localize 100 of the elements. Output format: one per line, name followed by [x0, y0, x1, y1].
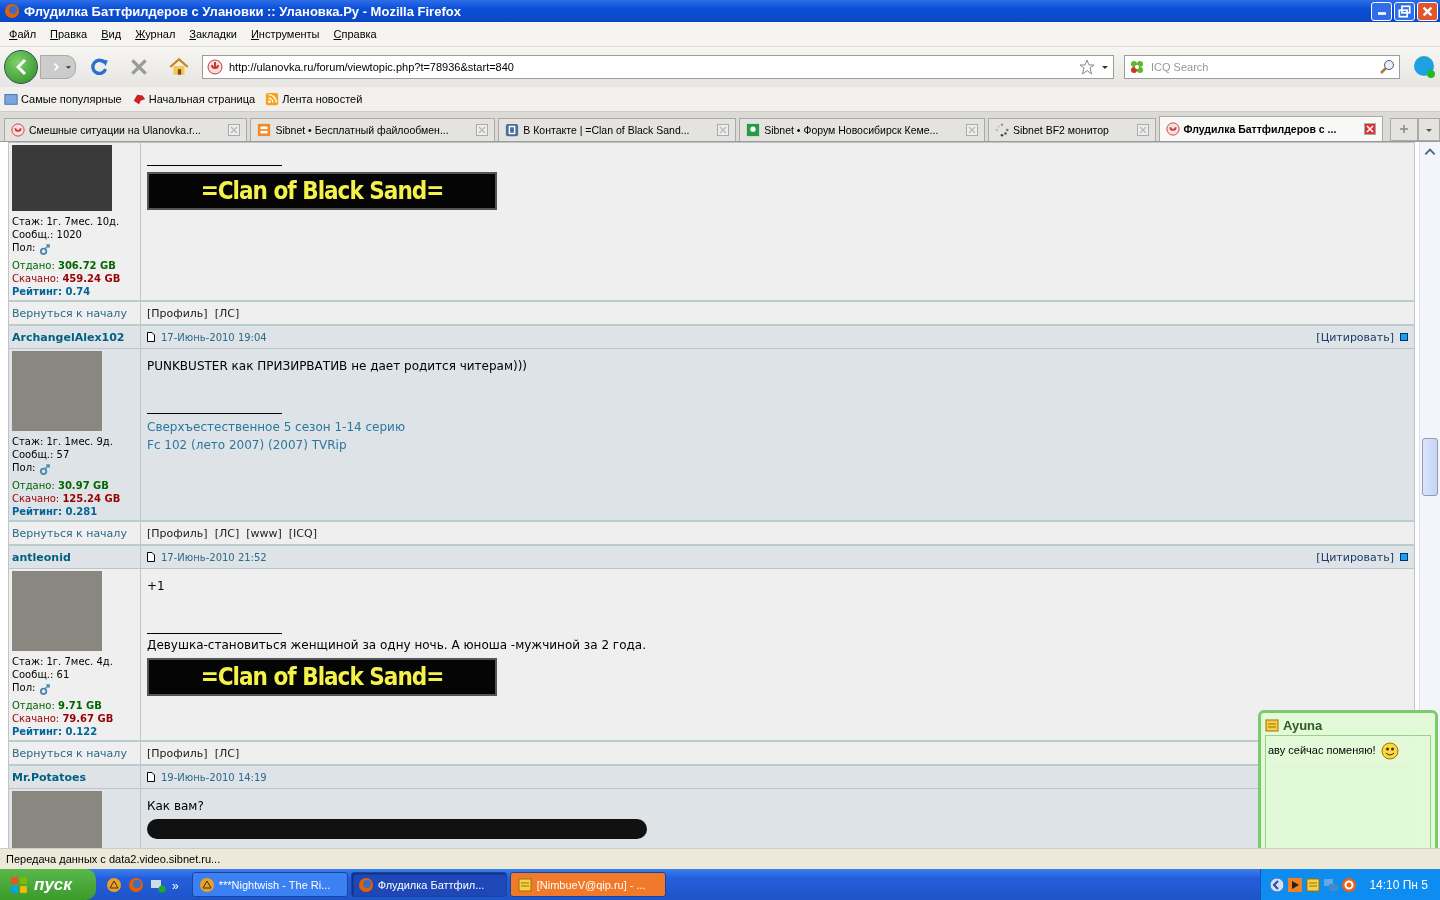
bookmark-item[interactable]: Лента новостей	[265, 92, 363, 106]
notepad-icon	[516, 876, 533, 893]
bookmark-item[interactable]: Самые популярные	[4, 92, 122, 106]
minimize-icon	[1377, 11, 1386, 15]
menu-item[interactable]: Вид	[94, 28, 129, 40]
smiley-icon	[1379, 740, 1400, 760]
menu-item[interactable]: Справка	[326, 28, 384, 40]
post-icon	[147, 772, 155, 782]
chat-logo-icon[interactable]	[1412, 55, 1436, 79]
profile-link[interactable]: [ЛС]	[214, 746, 240, 760]
browser-tab[interactable]: В Контакте | =Clan of Black Sand...	[498, 118, 737, 141]
close-icon[interactable]	[1363, 123, 1376, 135]
dropdown-icon[interactable]	[1101, 63, 1109, 71]
plus-icon	[1398, 124, 1409, 134]
signature-link[interactable]: Fc 102 (лето 2007) (2007) TVRip	[147, 436, 1408, 454]
play-icon[interactable]	[1287, 876, 1304, 893]
flag-icon	[10, 875, 28, 894]
home-icon[interactable]	[168, 56, 190, 78]
male-icon	[38, 464, 50, 475]
profile-link[interactable]: [www]	[246, 526, 282, 540]
close-icon[interactable]	[476, 124, 489, 136]
site-icon	[1165, 122, 1180, 136]
user-stat: Пол:	[12, 462, 36, 473]
arrow-right-icon	[51, 61, 62, 73]
post-date: 17-Июнь-2010 19:04	[161, 331, 267, 343]
browser-tab[interactable]: Смешные ситуации на Ulanovka.r...	[4, 118, 248, 141]
user-stat: Рейтинг: 0.281	[12, 506, 98, 517]
profile-link[interactable]: [ЛС]	[214, 526, 240, 540]
chat-popup[interactable]: Ayuna аву сейчас поменяю!	[1258, 710, 1438, 848]
browser-tab[interactable]: Флудилка Баттфилдеров с ...	[1158, 116, 1383, 141]
post-text: Девушка-становиться женщиной за одну ночь. А юноша -мужчиной за 2 года.	[147, 638, 647, 652]
user-stat: Сообщ.: 61	[12, 669, 70, 680]
search-field[interactable]: ICQ Search	[1124, 55, 1400, 79]
close-icon[interactable]	[717, 124, 730, 136]
signature-banner: =Clan of Black Sand=	[147, 658, 497, 696]
more-button[interactable]: »	[172, 878, 179, 893]
menu-item[interactable]: Файл	[2, 28, 44, 40]
post-date: 19-Июнь-2010 14:19	[161, 771, 267, 783]
back-button[interactable]	[4, 50, 38, 84]
profile-link[interactable]: [ЛС]	[214, 306, 240, 320]
site-icon	[746, 123, 761, 137]
menu-item[interactable]: Инструменты	[243, 28, 327, 40]
site-icon	[505, 123, 520, 137]
post-icon	[147, 552, 155, 562]
post-text: PUNKBUSTER как ПРИЗИРВАТИВ не дает родится читерам)))	[147, 359, 529, 373]
user-stat: Рейтинг: 0.74	[12, 286, 91, 297]
site-icon	[207, 59, 223, 75]
ring-icon[interactable]	[1341, 876, 1358, 893]
stop-icon[interactable]	[128, 56, 150, 78]
chevron-icon[interactable]	[1269, 876, 1286, 893]
user-stat: Отдано: 306.72 GB	[12, 260, 116, 271]
user-stat: Рейтинг: 0.122	[12, 726, 98, 737]
user-stat: Сообщ.: 57	[12, 449, 70, 460]
user-stat: Сообщ.: 1020	[12, 229, 82, 240]
close-icon[interactable]	[965, 124, 978, 136]
browser-logo-icon[interactable]	[128, 876, 144, 893]
browser-tab[interactable]: Sibnet • Форум Новосибирск Кеме...	[739, 118, 985, 141]
close-icon[interactable]	[228, 124, 241, 136]
user-stat: Отдано: 30.97 GB	[12, 480, 109, 491]
user-stat: Скачано: 459.24 GB	[12, 273, 121, 284]
profile-link[interactable]: [Профиль]	[147, 526, 208, 540]
profile-link[interactable]: [Профиль]	[147, 746, 208, 760]
site-icon	[11, 123, 25, 137]
window-title: Флудилка Баттфилдеров с Улановки :: Улановка.Ру - Mozilla Firefox	[24, 3, 462, 19]
post-text: Как вам?	[147, 799, 205, 813]
user-stat: Пол:	[12, 682, 36, 693]
quote-link[interactable]: [Цитировать]	[1316, 330, 1394, 344]
square-icon	[1400, 553, 1408, 561]
minimize-button[interactable]	[1371, 1, 1392, 21]
notepad-icon[interactable]	[1305, 876, 1322, 893]
maximize-button[interactable]	[1394, 1, 1415, 21]
profile-link[interactable]: [Профиль]	[147, 306, 208, 320]
post-date: 17-Июнь-2010 21:52	[161, 551, 267, 563]
user-stat: Стаж: 1г. 7мес. 10д.	[12, 216, 120, 227]
scroll-thumb[interactable]	[1422, 438, 1438, 496]
chat-message: аву сейчас поменяю!	[1268, 744, 1376, 756]
signature-link[interactable]: Сверхъестественное 5 сезон 1-14 серию	[147, 418, 1408, 436]
search-icon[interactable]	[1379, 59, 1395, 75]
new-tab-button[interactable]	[1389, 118, 1418, 141]
browser-tab[interactable]: Sibnet BF2 монитор	[987, 118, 1156, 141]
star-icon[interactable]	[1079, 59, 1095, 75]
site-icon	[257, 123, 272, 137]
reload-icon[interactable]	[88, 56, 110, 78]
browser-tab[interactable]: Sibnet • Бесплатный файлообмен...	[250, 118, 496, 141]
triangle-app-icon	[198, 876, 215, 893]
menu-item[interactable]: Журнал	[128, 28, 183, 40]
taskbar-button[interactable]: Флудилка Баттфил...	[350, 872, 507, 897]
bookmark-item[interactable]: Начальная страница	[131, 92, 256, 106]
close-icon[interactable]	[1136, 124, 1149, 136]
triangle-app-icon[interactable]	[106, 876, 122, 893]
quote-link[interactable]: [Цитировать]	[1316, 550, 1394, 564]
address-field[interactable]: http://ulanovka.ru/forum/viewtopic.php?t=78936&start=840	[202, 55, 1114, 79]
caret-icon	[65, 63, 72, 71]
menu-item[interactable]: Закладки	[182, 28, 244, 40]
taskbar-button[interactable]: ***Nightwish - The Ri...	[191, 872, 348, 897]
flower-icon	[1129, 59, 1145, 75]
profile-link[interactable]: [ICQ]	[288, 526, 317, 540]
menu-item[interactable]: Правка	[43, 28, 95, 40]
user-stat: Скачано: 125.24 GB	[12, 493, 121, 504]
close-button[interactable]	[1417, 1, 1438, 21]
